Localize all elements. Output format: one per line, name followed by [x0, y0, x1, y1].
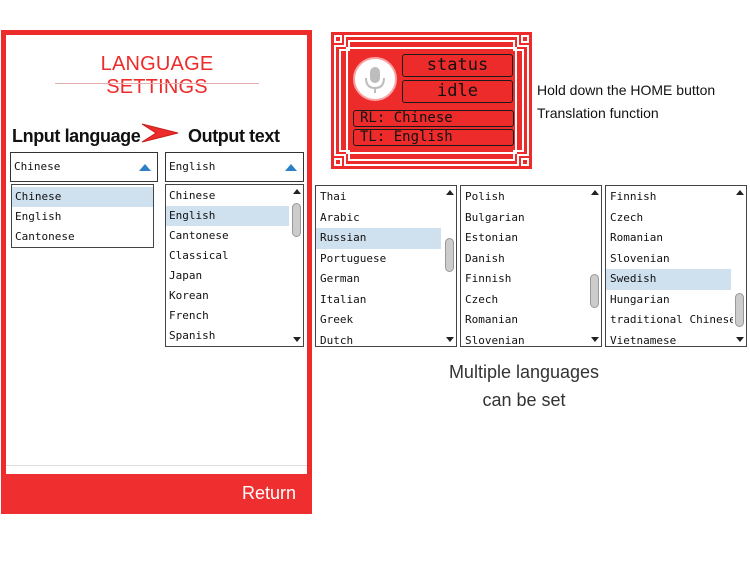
list-item[interactable]: English — [166, 206, 289, 226]
scroll-down-icon[interactable] — [736, 337, 744, 342]
output-list-scrollbar[interactable] — [290, 185, 303, 346]
list-item[interactable]: Polish — [461, 187, 586, 208]
output-text-label: Output text — [188, 126, 280, 146]
caption-line-1: Multiple languages — [448, 362, 600, 382]
list-item[interactable]: Russian — [316, 228, 441, 249]
dropdown-arrow-icon — [285, 164, 297, 171]
return-bar[interactable]: Return — [1, 474, 312, 514]
list-item[interactable]: Portuguese — [316, 249, 441, 270]
list-item[interactable]: Chinese — [166, 186, 289, 206]
output-text-select-value: English — [169, 160, 216, 173]
list-item[interactable]: Thai — [316, 187, 441, 208]
list-item[interactable]: Danish — [461, 249, 586, 270]
list-scrollbar[interactable] — [733, 186, 746, 346]
scroll-up-icon[interactable] — [736, 190, 744, 195]
scroll-up-icon[interactable] — [446, 190, 454, 195]
list-item[interactable]: Slovenian — [461, 331, 586, 347]
caption-line-2: can be set — [482, 390, 566, 410]
list-item[interactable]: Finnish — [606, 187, 731, 208]
target-language-label: TL: English — [353, 129, 514, 146]
arrow-right-icon — [141, 123, 179, 143]
microphone-button[interactable] — [353, 57, 397, 101]
list-item[interactable]: English — [12, 207, 153, 227]
scrollbar-thumb[interactable] — [292, 203, 301, 237]
input-language-select[interactable]: Chinese — [10, 152, 158, 182]
scrollbar-thumb[interactable] — [445, 238, 454, 272]
list-item[interactable]: Cantonese — [166, 226, 289, 246]
list-item[interactable]: Finnish — [461, 269, 586, 290]
list-item[interactable]: Vietnamese — [606, 331, 731, 347]
list-item[interactable]: Hungarian — [606, 290, 731, 311]
list-item[interactable]: Chinese — [12, 187, 153, 207]
list-item[interactable]: Romanian — [461, 310, 586, 331]
scroll-down-icon[interactable] — [591, 337, 599, 342]
scroll-up-icon[interactable] — [293, 189, 301, 194]
list-item[interactable]: Slovenian — [606, 249, 731, 270]
list-item[interactable]: Estonian — [461, 228, 586, 249]
list-item[interactable]: Dutch — [316, 331, 441, 347]
state-label: idle — [402, 80, 513, 103]
microphone-icon — [365, 67, 385, 93]
list-item[interactable]: Cantonese — [12, 227, 153, 247]
scrollbar-thumb[interactable] — [735, 293, 744, 327]
list-item[interactable]: traditional Chinese — [606, 310, 736, 331]
language-list-2[interactable]: Polish Bulgarian Estonian Danish Finnish Czec… — [460, 185, 602, 347]
list-item[interactable]: Classical — [166, 246, 289, 266]
scroll-down-icon[interactable] — [293, 337, 301, 342]
status-label: status — [402, 54, 513, 77]
hint-translation: Translation function — [537, 105, 659, 121]
list-item[interactable]: Swedish — [606, 269, 731, 290]
input-language-list[interactable]: Chinese English Cantonese — [11, 184, 154, 248]
list-item[interactable]: Japan — [166, 266, 289, 286]
list-item[interactable]: French — [166, 306, 289, 326]
list-item[interactable]: Spanish — [166, 326, 289, 346]
list-item[interactable]: Czech — [461, 290, 586, 311]
list-item[interactable]: Czech — [606, 208, 731, 229]
language-settings-panel: LANGUAGE SETTINGS Lnput language Output … — [1, 30, 312, 514]
list-item[interactable]: Korean — [166, 286, 289, 306]
list-item[interactable]: Greek — [316, 310, 441, 331]
scroll-down-icon[interactable] — [446, 337, 454, 342]
list-item[interactable]: Italian — [316, 290, 441, 311]
list-item[interactable]: Romanian — [606, 228, 731, 249]
scroll-up-icon[interactable] — [591, 190, 599, 195]
dropdown-arrow-icon — [139, 164, 151, 171]
output-text-list[interactable]: Chinese English Cantonese Classical Japa… — [165, 184, 304, 347]
panel-divider — [6, 465, 307, 466]
scrollbar-thumb[interactable] — [590, 274, 599, 308]
status-device: status idle RL: Chinese TL: English — [331, 32, 532, 169]
list-scrollbar[interactable] — [588, 186, 601, 346]
output-text-select[interactable]: English — [165, 152, 304, 182]
list-item[interactable]: German — [316, 269, 441, 290]
recognition-language-label: RL: Chinese — [353, 110, 514, 127]
title-divider — [55, 83, 259, 84]
list-scrollbar[interactable] — [443, 186, 456, 346]
language-list-3[interactable]: Finnish Czech Romanian Slovenian Swedish Hung… — [605, 185, 747, 347]
list-item[interactable]: Arabic — [316, 208, 441, 229]
panel-title: LANGUAGE SETTINGS — [100, 53, 214, 98]
list-item[interactable]: Bulgarian — [461, 208, 586, 229]
input-language-label: Lnput language — [12, 126, 141, 146]
input-language-select-value: Chinese — [14, 160, 61, 173]
hint-home-button: Hold down the HOME button — [537, 82, 716, 98]
return-button[interactable]: Return — [242, 483, 296, 504]
language-list-1[interactable]: Thai Arabic Russian Portuguese German Italian… — [315, 185, 457, 347]
caption: Multiple languages can be set — [394, 358, 654, 414]
